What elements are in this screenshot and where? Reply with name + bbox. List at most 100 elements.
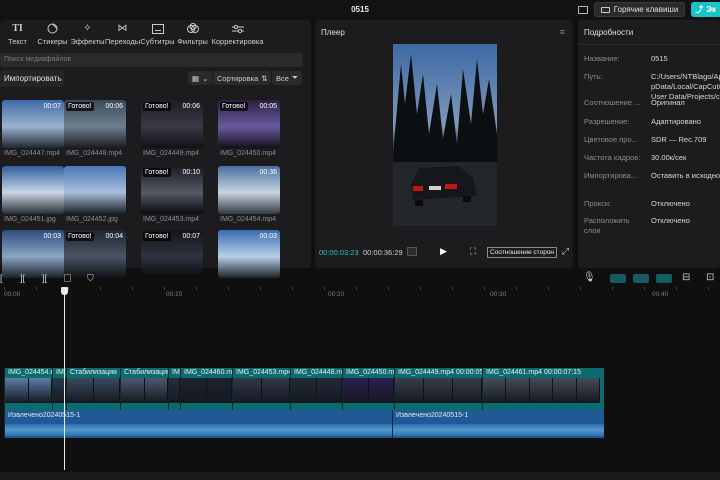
media-search-input[interactable]: Поиск медиафайлов [0,53,303,67]
video-clip[interactable]: Стабилизация [120,368,168,410]
menu-icon[interactable]: ≡ [560,27,565,37]
ruler-tick-label: 00:00 [4,291,21,298]
ruler-tick-label: 00:10 [166,291,183,298]
horizontal-scrollbar[interactable] [0,472,720,480]
zoom-fit-icon[interactable]: ⊡ [706,272,714,283]
timeline-toolbar: [ ][ ][ ⛉ 🎙 ⊟ ⊡ [0,272,720,286]
tool-label: Стикеры [37,36,68,46]
ready-badge: Готово! [66,232,94,241]
tool-subtitles[interactable]: Субтитры [140,20,175,48]
clip-frames [233,378,290,403]
ruler-mark [708,287,709,290]
delete-icon[interactable] [64,274,71,282]
filter-icon: ⏷ [291,73,298,82]
snap-icon[interactable] [633,274,649,283]
clip-frame [316,378,342,403]
hotkeys-button[interactable]: Горячие клавиши [593,2,686,17]
clip-frame [261,378,290,403]
tool-effects[interactable]: ✧ Эффекты [70,20,105,48]
detail-value: Оставить в исходном [651,171,720,180]
video-clip[interactable]: IMG_024453.mp4 [232,368,290,410]
detail-label: Импортирова... [584,171,638,180]
video-preview[interactable] [393,44,497,226]
clip-label: Стабилизация [70,369,117,376]
media-thumbnail[interactable]: Готово! 00:10 [141,166,203,214]
ruler-mark [644,287,645,290]
ruler-mark [228,287,229,290]
duration-label: 00:06 [105,103,123,110]
preview-axis-icon[interactable] [656,274,672,283]
microphone-icon[interactable]: 🎙 [583,272,596,283]
media-thumbnail[interactable]: Готово! 00:06 [64,100,126,148]
media-filename: IMG_024448.mp4 [66,150,123,157]
expand-icon[interactable]: ⤢ [562,246,569,257]
ruler-mark [548,287,549,290]
text-icon: TI [12,23,23,34]
player-panel: Плеер ≡ 00:00:03:23 00:00:36:29 ▶ ⛶ Соот… [315,20,573,268]
media-filename: IMG_024452.jpg [66,216,118,223]
clip-frame [529,378,554,403]
video-clip[interactable]: IMG_024461.mp4 00:00:07:15 [482,368,600,410]
tool-stickers[interactable]: Стикеры [35,20,70,48]
tool-filters[interactable]: Фильтры [175,20,210,48]
media-thumbnail[interactable]: Готово! 00:05 [218,100,280,148]
media-filename: IMG_024447.mp4 [4,150,61,157]
ruler-mark [580,287,581,290]
media-thumbnail[interactable] [2,166,64,214]
shield-icon[interactable]: ⛉ [87,273,94,284]
audio-clip[interactable]: Извлечено20240515-1 [392,410,604,438]
filter-button[interactable]: Все ⏷ [272,71,302,85]
clip-label: Стабилизация [124,369,168,376]
tool-adjust[interactable]: Корректировка [210,20,265,48]
media-thumbnail[interactable]: 00:36 [218,166,280,214]
play-icon[interactable]: ▶ [440,246,447,257]
ruler-mark [36,287,37,290]
ruler-mark [388,287,389,290]
trim-left-icon[interactable]: ][ [42,273,47,283]
video-clip[interactable]: IM [168,368,180,410]
aspect-ratio-button[interactable]: Соотношение сторон [487,247,558,258]
zoom-out-icon[interactable]: ⊟ [682,272,690,283]
tool-text[interactable]: TI Текст [0,20,35,48]
clip-frames [121,378,168,403]
split-icon[interactable]: ][ [20,273,25,283]
playhead-handle[interactable] [61,287,68,295]
video-clip[interactable]: IMG_024449.mp4 00:00:05:13 [394,368,482,410]
clip-frame [453,378,482,403]
media-thumbnail[interactable]: 00:07 [2,100,64,148]
clip-frame [343,378,369,403]
media-thumbnail[interactable]: Готово! 00:06 [141,100,203,148]
timeline-ruler[interactable]: 00:00 00:10 00:20 00:30 00:40 [0,287,720,301]
import-button[interactable]: Импортировать [0,70,64,87]
audio-clip[interactable]: Извлечено20240515-1 [4,410,392,438]
playhead[interactable] [61,287,68,470]
player-title: Плеер [321,28,345,37]
media-thumbnail[interactable]: 00:03 [2,230,64,278]
clip-frame [506,378,530,403]
select-tool-icon[interactable]: [ [0,273,3,283]
sort-button[interactable]: Сортировка ⇅ [213,71,272,85]
tool-label: Корректировка [211,36,264,46]
ready-badge: Готово! [143,168,171,177]
video-clip[interactable]: Стабилизация [66,368,120,410]
media-thumbnail[interactable]: Готово! 00:07 [141,230,203,278]
fullscreen-fit-icon[interactable]: ⛶ [470,246,476,257]
video-clip[interactable]: IMG_024460.mp4 [180,368,232,410]
asset-toolbar: TI Текст Стикеры ✧ Эффекты ⋈ Переходы Су… [0,20,311,48]
media-thumbnail[interactable]: Готово! 00:04 [64,230,126,278]
timeline-mode-icon[interactable] [407,247,417,256]
video-clip[interactable]: IMG_024450.mp4 [342,368,394,410]
video-clip[interactable]: IMG_024448.mp4 [290,368,342,410]
video-clip[interactable]: IMG_024454.m [4,368,52,410]
link-icon[interactable] [610,274,626,283]
export-button[interactable]: ⤴ Эк [691,2,720,17]
view-mode-toggle[interactable]: ▦ ⌄ [188,71,213,85]
media-thumbnail[interactable] [64,166,126,214]
layout-icon[interactable] [577,5,588,14]
detail-label: Соотношение ... [584,98,641,107]
tool-transitions[interactable]: ⋈ Переходы [105,20,140,48]
clip-frame [67,378,94,403]
adjust-icon [231,23,244,35]
media-thumbnail[interactable]: 00:03 [218,230,280,278]
filters-icon [186,23,199,35]
